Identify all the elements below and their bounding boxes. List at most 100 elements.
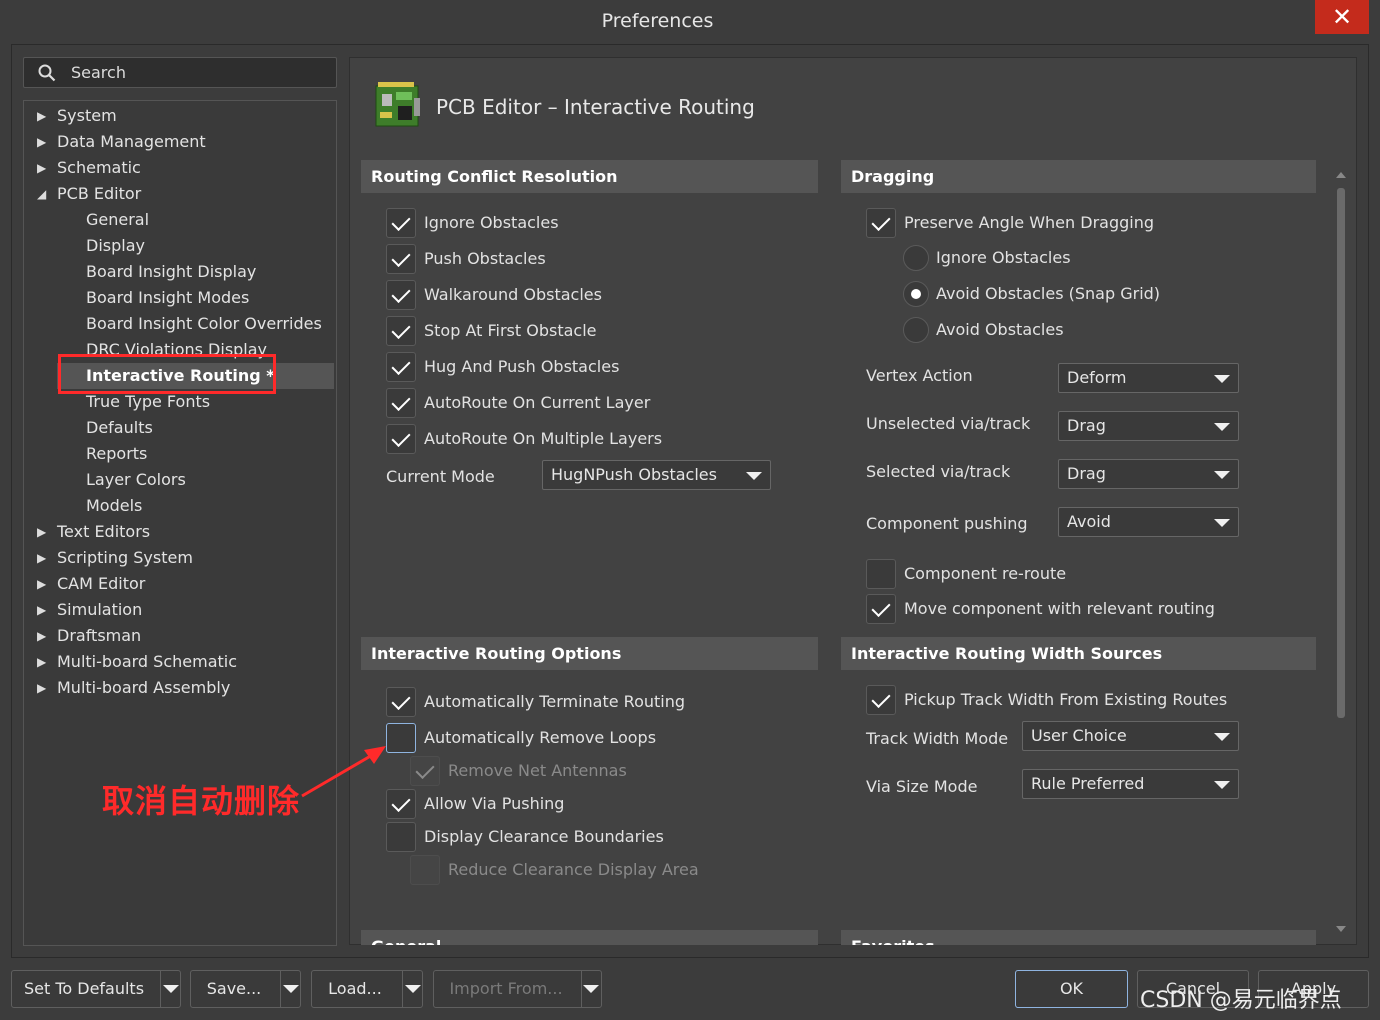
tree-item-reports[interactable]: Reports (86, 441, 147, 467)
checkbox-walkaround-obstacles[interactable] (386, 280, 416, 310)
checkbox-push-obstacles[interactable] (386, 244, 416, 274)
tree-item-multi-board-assembly[interactable]: ▶ Multi-board Assembly (37, 675, 230, 701)
import-from-button[interactable]: Import From... (433, 970, 602, 1008)
track-width-mode-dropdown[interactable]: User Choice (1022, 721, 1239, 751)
radio-ignore-obstacles[interactable] (903, 245, 929, 271)
tree-item-label: General (86, 210, 150, 229)
tree-item-label: Draftsman (57, 626, 142, 645)
label-stop-at-first-obstacle: Stop At First Obstacle (424, 321, 597, 340)
chevron-down-icon (1214, 375, 1230, 383)
component-reroute-checkbox[interactable] (866, 559, 896, 589)
caret-right-icon[interactable]: ▶ (37, 571, 49, 597)
chevron-down-icon[interactable] (283, 985, 299, 993)
chevron-down-icon (1214, 733, 1230, 741)
checkbox-autoroute-on-multiple-layers[interactable] (386, 424, 416, 454)
pickup-track-width-checkbox[interactable] (866, 685, 896, 715)
chevron-down-icon[interactable] (405, 985, 421, 993)
highlight-box (58, 354, 276, 394)
radio-label-ignore-obstacles: Ignore Obstacles (936, 248, 1071, 267)
tree-item-layer-colors[interactable]: Layer Colors (86, 467, 186, 493)
label-selected-via-track: Selected via/track (866, 462, 1011, 481)
tree-item-general[interactable]: General (86, 207, 149, 233)
caret-down-icon[interactable]: ◢ (37, 181, 49, 207)
tree-item-data-management[interactable]: ▶ Data Management (37, 129, 206, 155)
window-title: Preferences (601, 10, 714, 32)
section-dragging: Dragging (841, 160, 1316, 193)
checkbox-automatically-terminate-routing[interactable] (386, 687, 416, 717)
checkbox-reduce-clearance-display-area (410, 855, 440, 885)
tree-item-label: Multi-board Schematic (57, 652, 238, 671)
dropdown-vertex-action[interactable]: Deform (1058, 363, 1239, 393)
scrollbar-thumb[interactable] (1337, 188, 1345, 718)
tree-item-cam-editor[interactable]: ▶ CAM Editor (37, 571, 146, 597)
tree-item-label: CAM Editor (57, 574, 146, 593)
tree-item-schematic[interactable]: ▶ Schematic (37, 155, 141, 181)
tree-item-system[interactable]: ▶ System (37, 103, 117, 129)
tree-item-scripting-system[interactable]: ▶ Scripting System (37, 545, 193, 571)
tree-item-multi-board-schematic[interactable]: ▶ Multi-board Schematic (37, 649, 238, 675)
label-automatically-remove-loops: Automatically Remove Loops (424, 728, 657, 747)
dropdown-selected-via-track[interactable]: Drag (1058, 459, 1239, 489)
tree-item-label: Scripting System (57, 548, 193, 567)
set-to-defaults-label: Set To Defaults (23, 979, 145, 998)
tree-item-text-editors[interactable]: ▶ Text Editors (37, 519, 150, 545)
current-mode-dropdown[interactable]: HugNPush Obstacles (542, 460, 771, 490)
caret-right-icon[interactable]: ▶ (37, 675, 49, 701)
save-button[interactable]: Save... (190, 970, 301, 1008)
caret-right-icon[interactable]: ▶ (37, 623, 49, 649)
tree-item-pcb-editor[interactable]: ◢ PCB Editor (37, 181, 141, 207)
set-to-defaults-button[interactable]: Set To Defaults (11, 970, 181, 1008)
checkbox-stop-at-first-obstacle[interactable] (386, 316, 416, 346)
tree-item-models[interactable]: Models (86, 493, 142, 519)
caret-right-icon[interactable]: ▶ (37, 519, 49, 545)
label-autoroute-on-current-layer: AutoRoute On Current Layer (424, 393, 651, 412)
vertical-scrollbar[interactable] (1335, 170, 1347, 934)
pcb-board-icon (375, 82, 420, 127)
close-icon: ✕ (1331, 3, 1353, 31)
search-placeholder: Search (71, 63, 126, 82)
tree-item-simulation[interactable]: ▶ Simulation (37, 597, 142, 623)
search-icon (38, 64, 56, 82)
label-allow-via-pushing: Allow Via Pushing (424, 794, 565, 813)
radio-avoid-obstacles[interactable] (903, 317, 929, 343)
caret-right-icon[interactable]: ▶ (37, 649, 49, 675)
scroll-up-icon[interactable] (1335, 170, 1347, 180)
label-push-obstacles: Push Obstacles (424, 249, 546, 268)
tree-item-defaults[interactable]: Defaults (86, 415, 153, 441)
tree-item-board-insight-display[interactable]: Board Insight Display (86, 259, 256, 285)
label-remove-net-antennas: Remove Net Antennas (448, 761, 627, 780)
checkbox-remove-net-antennas (410, 756, 440, 786)
checkbox-autoroute-on-current-layer[interactable] (386, 388, 416, 418)
caret-right-icon[interactable]: ▶ (37, 155, 49, 181)
caret-right-icon[interactable]: ▶ (37, 545, 49, 571)
load-button[interactable]: Load... (311, 970, 423, 1008)
chevron-down-icon[interactable] (163, 985, 179, 993)
dropdown-unselected-via-track[interactable]: Drag (1058, 411, 1239, 441)
annotation-arrow-icon (301, 746, 386, 798)
move-component-checkbox[interactable] (866, 594, 896, 624)
ok-button[interactable]: OK (1015, 970, 1128, 1008)
preserve-angle-checkbox[interactable] (866, 208, 896, 238)
tree-item-label: Data Management (57, 132, 206, 151)
tree-item-label: Display (86, 236, 145, 255)
via-size-mode-dropdown[interactable]: Rule Preferred (1022, 769, 1239, 799)
tree-item-display[interactable]: Display (86, 233, 145, 259)
dropdown-value: Avoid (1067, 512, 1111, 531)
checkbox-hug-and-push-obstacles[interactable] (386, 352, 416, 382)
tree-item-draftsman[interactable]: ▶ Draftsman (37, 623, 142, 649)
caret-right-icon[interactable]: ▶ (37, 597, 49, 623)
scroll-down-icon[interactable] (1335, 924, 1347, 934)
checkbox-display-clearance-boundaries[interactable] (386, 822, 416, 852)
radio-avoid-obstacles-snap-grid[interactable] (903, 281, 929, 307)
search-input[interactable]: Search (23, 57, 337, 88)
current-mode-label: Current Mode (386, 467, 495, 486)
caret-right-icon[interactable]: ▶ (37, 103, 49, 129)
chevron-down-icon[interactable] (583, 985, 599, 993)
tree-item-board-insight-modes[interactable]: Board Insight Modes (86, 285, 249, 311)
close-button[interactable]: ✕ (1315, 0, 1369, 34)
dropdown-component-pushing[interactable]: Avoid (1058, 507, 1239, 537)
checkbox-ignore-obstacles[interactable] (386, 208, 416, 238)
caret-right-icon[interactable]: ▶ (37, 129, 49, 155)
tree-item-label: Models (86, 496, 143, 515)
tree-item-board-insight-color-overrides[interactable]: Board Insight Color Overrides (86, 311, 322, 337)
